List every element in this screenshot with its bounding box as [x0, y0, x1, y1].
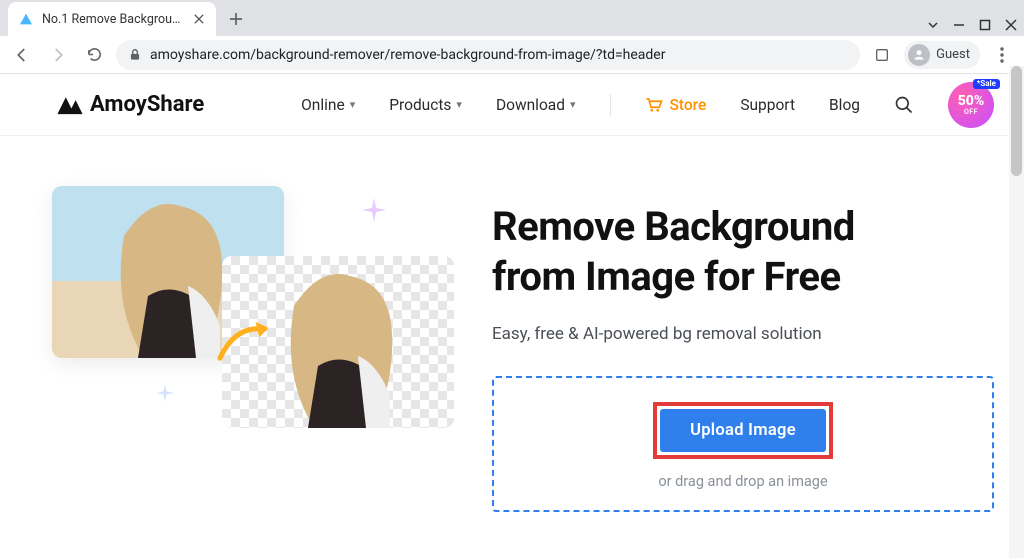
- window-maximize-button[interactable]: [972, 14, 998, 36]
- main-nav: Online▾ Products▾ Download▾ Store Suppor…: [301, 82, 994, 128]
- upload-highlight-box: Upload Image: [653, 402, 833, 459]
- browser-toolbar: amoyshare.com/background-remover/remove-…: [0, 36, 1024, 74]
- site-header: AmoyShare Online▾ Products▾ Download▾ St…: [0, 74, 1024, 136]
- sale-percent: 50%: [958, 94, 985, 108]
- browser-menu-icon[interactable]: [988, 41, 1016, 69]
- nav-separator: [610, 94, 611, 116]
- tab-title: No.1 Remove Background from I: [42, 12, 184, 27]
- nav-blog[interactable]: Blog: [829, 96, 860, 114]
- sparkle-icon: [156, 384, 174, 406]
- nav-store[interactable]: Store: [645, 96, 707, 114]
- browser-tab[interactable]: No.1 Remove Background from I: [8, 2, 216, 36]
- cart-icon: [645, 97, 663, 113]
- window-dropdown-icon[interactable]: [920, 14, 946, 36]
- chevron-down-icon: ▾: [350, 98, 356, 111]
- hero-title: Remove Background from Image for Free: [492, 202, 994, 302]
- back-button[interactable]: [8, 41, 36, 69]
- new-tab-button[interactable]: [222, 5, 250, 33]
- example-cutout-image: [222, 256, 454, 428]
- scrollbar-thumb[interactable]: [1011, 66, 1022, 176]
- hero-illustration: [52, 186, 452, 486]
- sale-tag: *Sale: [973, 79, 1000, 89]
- sale-badge[interactable]: *Sale 50% OFF: [948, 82, 994, 128]
- nav-support[interactable]: Support: [740, 96, 795, 114]
- chevron-down-icon: ▾: [570, 98, 576, 111]
- hero-content: Remove Background from Image for Free Ea…: [492, 186, 994, 512]
- sparkle-icon: [362, 198, 386, 226]
- reload-button[interactable]: [80, 41, 108, 69]
- window-close-button[interactable]: [998, 14, 1024, 36]
- tab-close-icon[interactable]: [192, 12, 206, 26]
- hero-section: Remove Background from Image for Free Ea…: [0, 136, 1024, 512]
- nav-download[interactable]: Download▾: [496, 96, 576, 114]
- brand-logo[interactable]: AmoyShare: [56, 92, 204, 117]
- upload-button[interactable]: Upload Image: [660, 409, 826, 452]
- hero-subtitle: Easy, free & AI-powered bg removal solut…: [492, 324, 994, 344]
- chevron-down-icon: ▾: [456, 98, 462, 111]
- address-url: amoyshare.com/background-remover/remove-…: [150, 47, 848, 63]
- extensions-icon[interactable]: [868, 41, 896, 69]
- window-minimize-button[interactable]: [946, 14, 972, 36]
- page-scrollbar[interactable]: [1009, 66, 1024, 558]
- profile-label: Guest: [936, 47, 970, 62]
- search-icon[interactable]: [894, 95, 914, 115]
- sale-off: OFF: [964, 109, 978, 116]
- forward-button[interactable]: [44, 41, 72, 69]
- profile-button[interactable]: Guest: [904, 41, 980, 69]
- nav-online[interactable]: Online▾: [301, 96, 355, 114]
- avatar-icon: [908, 44, 930, 66]
- browser-tab-strip: No.1 Remove Background from I: [0, 0, 1024, 36]
- nav-products[interactable]: Products▾: [389, 96, 462, 114]
- brand-name: AmoyShare: [90, 92, 204, 117]
- tab-favicon: [18, 11, 34, 27]
- address-bar[interactable]: amoyshare.com/background-remover/remove-…: [116, 40, 860, 70]
- drop-hint: or drag and drop an image: [504, 473, 982, 490]
- upload-drop-zone[interactable]: Upload Image or drag and drop an image: [492, 376, 994, 512]
- lock-icon: [128, 48, 142, 62]
